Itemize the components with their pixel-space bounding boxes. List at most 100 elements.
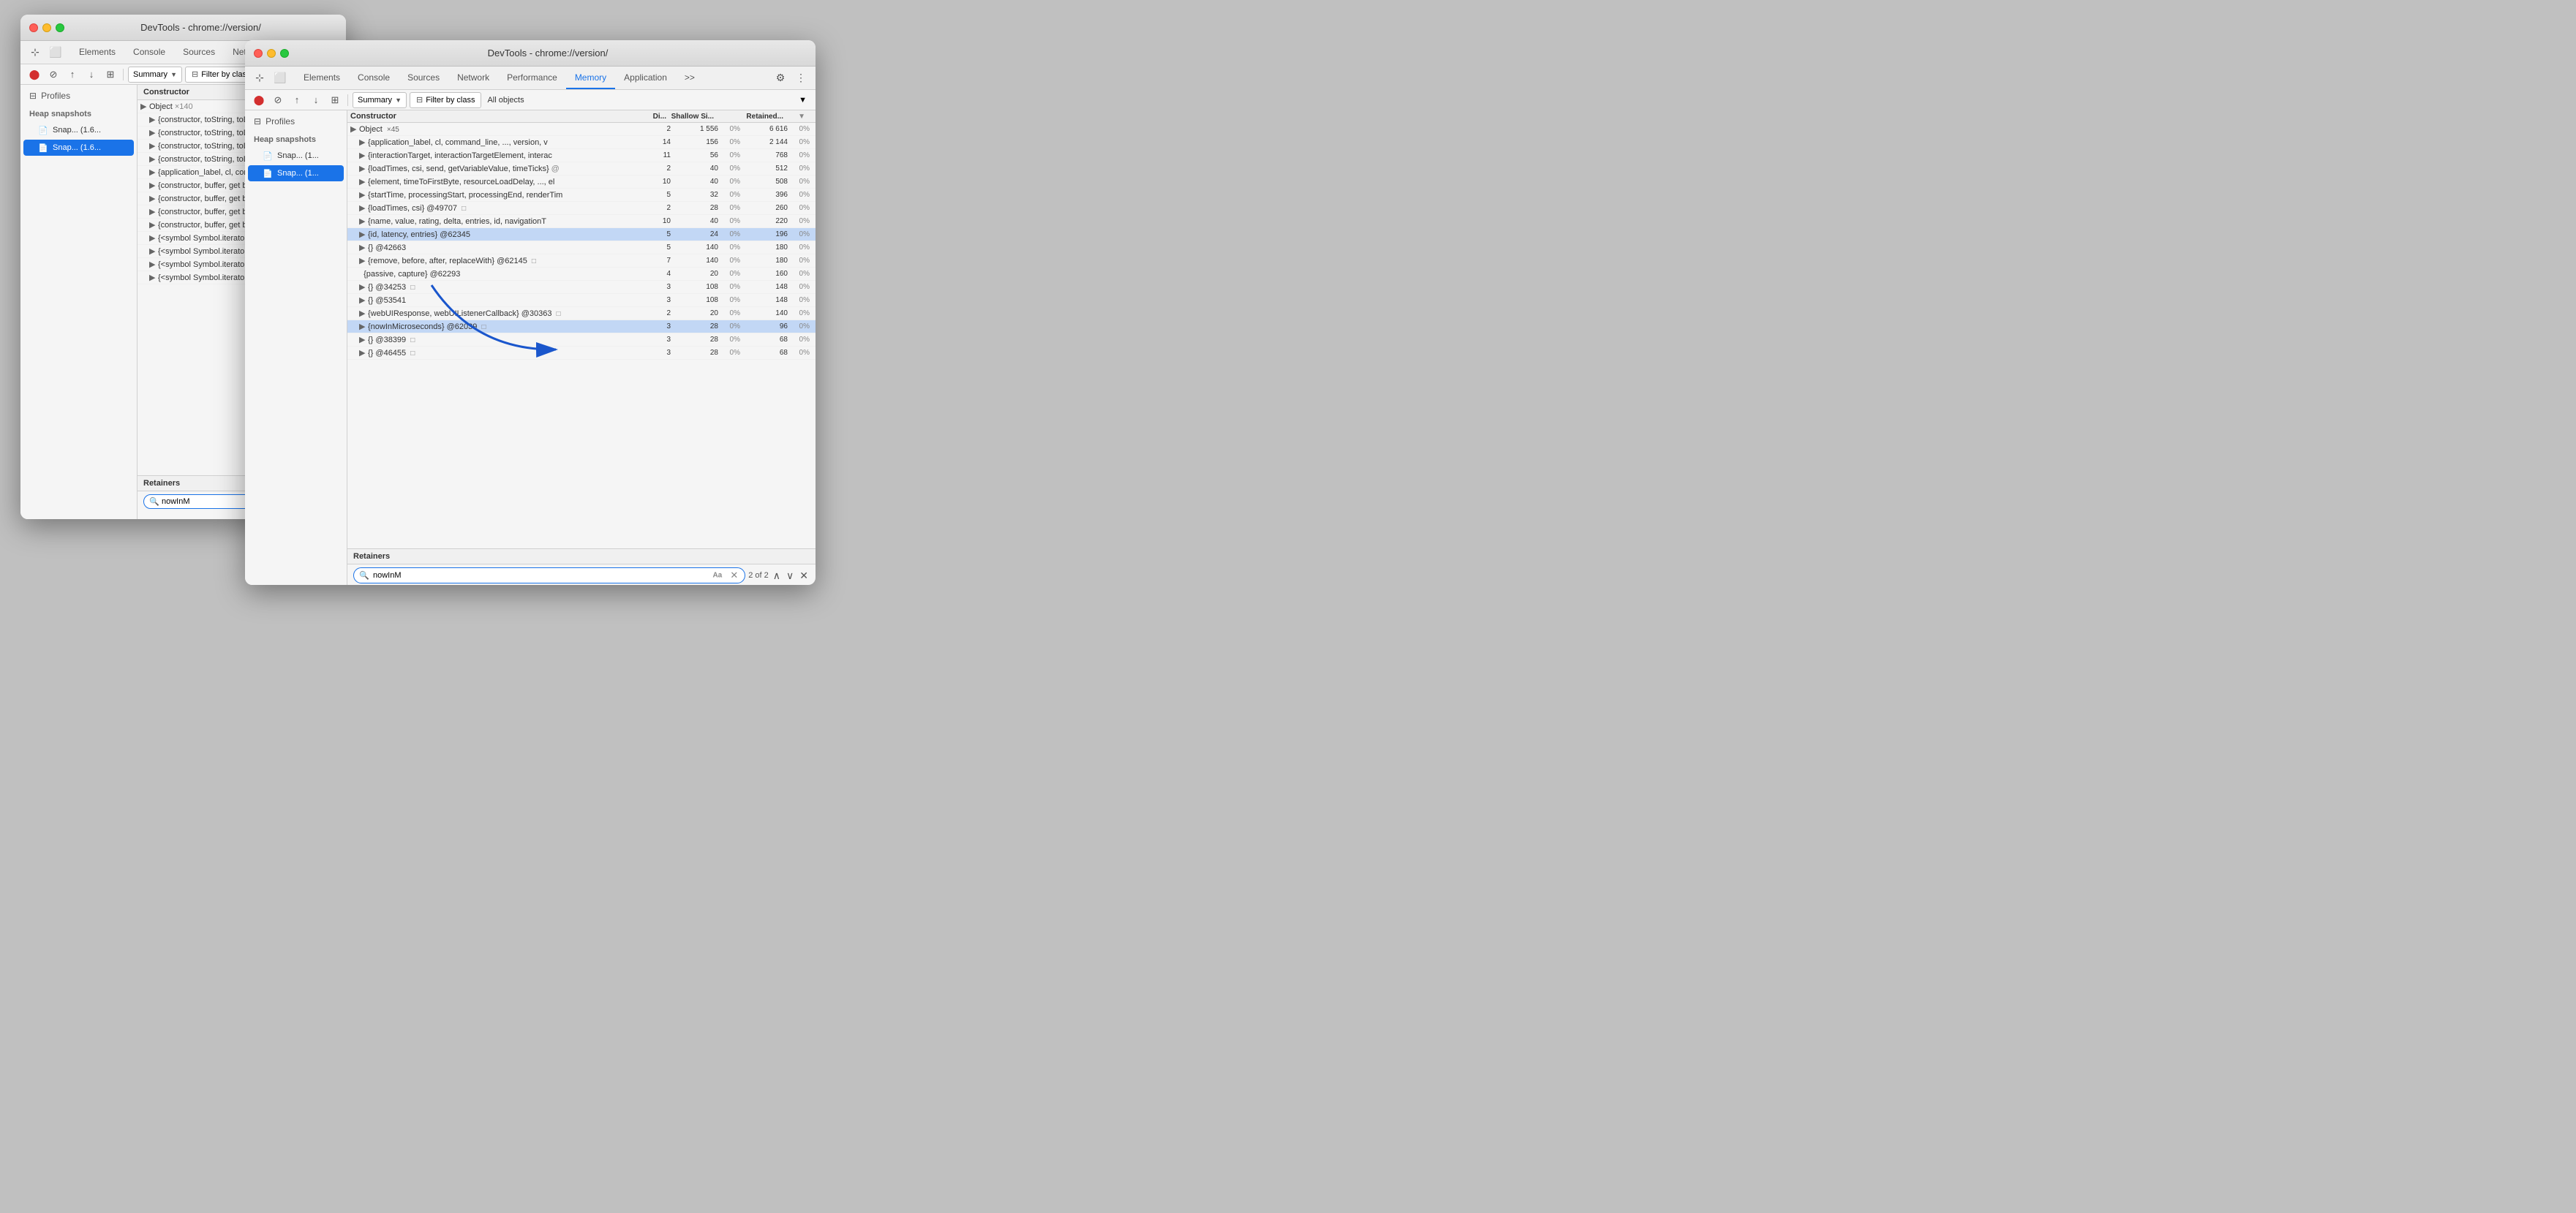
search-bar-2: 🔍 Aa ✕ 2 of 2 ∧ ∨ ✕ bbox=[347, 564, 816, 585]
table-row[interactable]: ▶ {remove, before, after, replaceWith} @… bbox=[347, 254, 816, 268]
tab-network-2[interactable]: Network bbox=[448, 67, 498, 89]
table-row[interactable]: ▶ Object ×45 2 1 556 0% 6 616 0% bbox=[347, 123, 816, 136]
close-search-button[interactable]: ✕ bbox=[798, 570, 810, 582]
tab-elements-2[interactable]: Elements bbox=[295, 67, 349, 89]
tab-performance-2[interactable]: Performance bbox=[498, 67, 566, 89]
col-retained: 180 bbox=[743, 257, 791, 265]
traffic-lights-1[interactable] bbox=[29, 23, 64, 32]
download-button-1[interactable]: ↓ bbox=[83, 67, 99, 83]
sidebar-item-snap2-2[interactable]: 📄 Snap... (1... bbox=[248, 165, 344, 181]
filter-by-class-2[interactable]: ⊟ Filter by class bbox=[410, 92, 481, 108]
col-constructor-header: Constructor bbox=[350, 112, 644, 121]
tree-arrow-icon: ▶ bbox=[149, 194, 158, 203]
table-row[interactable]: ▶ {} @34253 □ 3 108 0% 148 0% bbox=[347, 281, 816, 294]
device-icon[interactable]: ⬜ bbox=[47, 44, 64, 61]
upload-button-1[interactable]: ↑ bbox=[64, 67, 80, 83]
col-retained: 148 bbox=[743, 296, 791, 304]
case-sensitive-button[interactable]: Aa bbox=[712, 572, 722, 580]
cancel-button-2[interactable]: ⊘ bbox=[270, 92, 286, 108]
col-dist: 3 bbox=[648, 349, 674, 357]
tab-application-2[interactable]: Application bbox=[615, 67, 676, 89]
col-shallow: 40 bbox=[674, 165, 721, 173]
clear-button-1[interactable]: ⊞ bbox=[102, 67, 118, 83]
tree-arrow-icon: ▶ bbox=[359, 137, 368, 147]
tab-memory-2[interactable]: Memory bbox=[566, 67, 615, 89]
window-title-2: DevTools - chrome://version/ bbox=[289, 48, 807, 58]
tree-arrow-icon: ▶ bbox=[149, 181, 158, 190]
constructor-table-2[interactable]: ▶ Object ×45 2 1 556 0% 6 616 0% ▶ {appl… bbox=[347, 123, 816, 548]
snap2-label-1: Snap... (1.6... bbox=[53, 143, 101, 152]
sidebar-item-snap1-2[interactable]: 📄 Snap... (1... bbox=[248, 148, 344, 164]
tab-sources-2[interactable]: Sources bbox=[399, 67, 448, 89]
window2: DevTools - chrome://version/ ⊹ ⬜ Element… bbox=[245, 40, 816, 585]
chevron-down-icon-2: ▼ bbox=[395, 97, 402, 104]
col-rpct: 0% bbox=[791, 125, 813, 133]
tab-more-2[interactable]: >> bbox=[676, 67, 704, 89]
summary-dropdown-2[interactable]: Summary ▼ bbox=[353, 92, 407, 108]
table-row[interactable]: ▶ {loadTimes, csi, send, getVariableValu… bbox=[347, 162, 816, 175]
filter-label-1: Filter by class bbox=[201, 70, 250, 79]
close-button-2[interactable] bbox=[254, 49, 263, 58]
col-spct: 0% bbox=[721, 257, 743, 265]
maximize-button-1[interactable] bbox=[56, 23, 64, 32]
table-row[interactable]: ▶ {} @46455 □ 3 28 0% 68 0% bbox=[347, 347, 816, 360]
col-retained: 2 144 bbox=[743, 138, 791, 146]
settings-icon-2[interactable]: ⚙ bbox=[772, 69, 789, 87]
col-rpct: 0% bbox=[791, 204, 813, 212]
table-row[interactable]: ▶ {} @38399 □ 3 28 0% 68 0% bbox=[347, 333, 816, 347]
minimize-button-2[interactable] bbox=[267, 49, 276, 58]
cancel-button-1[interactable]: ⊘ bbox=[45, 67, 61, 83]
dropdown-chevron-2[interactable]: ▼ bbox=[796, 96, 810, 105]
col-dist: 7 bbox=[648, 257, 674, 265]
clear-button-2[interactable]: ⊞ bbox=[327, 92, 343, 108]
search-next-button[interactable]: ∨ bbox=[785, 570, 795, 582]
table-row[interactable]: ▶ {interactionTarget, interactionTargetE… bbox=[347, 149, 816, 162]
table-row[interactable]: ▶ {application_label, cl, command_line, … bbox=[347, 136, 816, 149]
table-row[interactable]: ▶ {} @42663 5 140 0% 180 0% bbox=[347, 241, 816, 254]
tab-elements-1[interactable]: Elements bbox=[70, 41, 124, 64]
table-row[interactable]: ▶ {loadTimes, csi} @49707 □ 2 28 0% 260 … bbox=[347, 202, 816, 215]
col-spct: 0% bbox=[721, 165, 743, 173]
stop-button-2[interactable]: ⬤ bbox=[251, 92, 267, 108]
retainers-header-2: Retainers bbox=[347, 549, 816, 564]
inspect-icon-2[interactable]: ⊹ bbox=[251, 69, 268, 87]
col-rpct: 0% bbox=[791, 230, 813, 238]
download-button-2[interactable]: ↓ bbox=[308, 92, 324, 108]
row-text: {interactionTarget, interactionTargetEle… bbox=[368, 151, 648, 160]
table-row[interactable]: ▶ {webUIResponse, webUIListenerCallback}… bbox=[347, 307, 816, 320]
table-row[interactable]: ▶ {} @53541 3 108 0% 148 0% bbox=[347, 294, 816, 307]
stop-button-1[interactable]: ⬤ bbox=[26, 67, 42, 83]
traffic-lights-2[interactable] bbox=[254, 49, 289, 58]
close-button-1[interactable] bbox=[29, 23, 38, 32]
col-retained: 220 bbox=[743, 217, 791, 225]
col-dist: 2 bbox=[648, 204, 674, 212]
tree-arrow-icon: ▶ bbox=[359, 203, 368, 213]
search-prev-button[interactable]: ∧ bbox=[772, 570, 782, 582]
upload-button-2[interactable]: ↑ bbox=[289, 92, 305, 108]
table-row[interactable]: {passive, capture} @62293 4 20 0% 160 0% bbox=[347, 268, 816, 281]
clear-search-icon[interactable]: ✕ bbox=[730, 570, 738, 581]
col-shallow: 24 bbox=[674, 230, 721, 238]
summary-dropdown-1[interactable]: Summary ▼ bbox=[128, 67, 182, 83]
inspect-icon[interactable]: ⊹ bbox=[26, 44, 44, 61]
sidebar-item-snap1-1[interactable]: 📄 Snap... (1.6... bbox=[23, 122, 134, 138]
tree-arrow-icon: ▶ bbox=[149, 167, 158, 177]
search-input-2[interactable] bbox=[353, 567, 745, 583]
maximize-button-2[interactable] bbox=[280, 49, 289, 58]
toolbar-2: ⬤ ⊘ ↑ ↓ ⊞ Summary ▼ ⊟ Filter by class Al… bbox=[245, 90, 816, 110]
table-row[interactable]: ▶ {element, timeToFirstByte, resourceLoa… bbox=[347, 175, 816, 189]
sidebar-item-snap2-1[interactable]: 📄 Snap... (1.6... bbox=[23, 140, 134, 156]
device-icon-2[interactable]: ⬜ bbox=[271, 69, 289, 87]
col-rpct: 0% bbox=[791, 349, 813, 357]
table-row[interactable]: ▶ {startTime, processingStart, processin… bbox=[347, 189, 816, 202]
tab-console-1[interactable]: Console bbox=[124, 41, 174, 64]
minimize-button-1[interactable] bbox=[42, 23, 51, 32]
search-icon-2: 🔍 bbox=[359, 571, 369, 581]
table-row-selected[interactable]: ▶ {nowInMicroseconds} @62039 □ 3 28 0% 9… bbox=[347, 320, 816, 333]
tab-sources-1[interactable]: Sources bbox=[174, 41, 224, 64]
col-retained: 160 bbox=[743, 270, 791, 278]
more-icon-2[interactable]: ⋮ bbox=[792, 69, 810, 87]
table-row-highlighted[interactable]: ▶ {id, latency, entries} @62345 5 24 0% … bbox=[347, 228, 816, 241]
tab-console-2[interactable]: Console bbox=[349, 67, 399, 89]
table-row[interactable]: ▶ {name, value, rating, delta, entries, … bbox=[347, 215, 816, 228]
